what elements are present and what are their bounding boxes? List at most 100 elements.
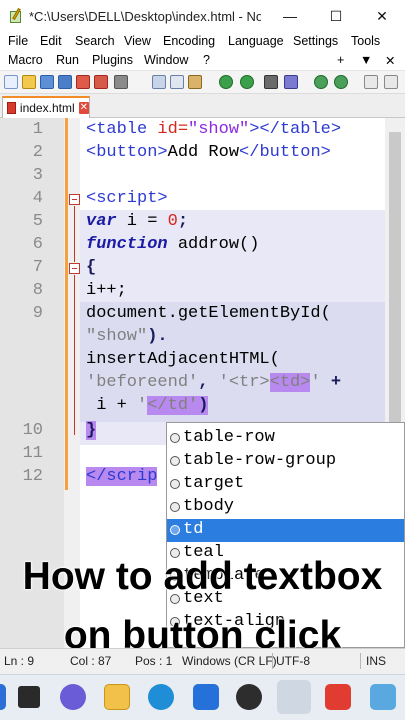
notepad-plus-plus-taskbar-icon[interactable] bbox=[277, 680, 311, 714]
token-identifier: addrow() bbox=[167, 235, 260, 254]
open-file-icon[interactable] bbox=[22, 75, 36, 89]
tab-label: index.html bbox=[19, 101, 75, 115]
edge-browser-icon[interactable] bbox=[148, 684, 174, 710]
menu-run[interactable]: Run bbox=[56, 53, 79, 67]
token-tag: </button> bbox=[239, 143, 331, 162]
zoom-in-icon[interactable] bbox=[314, 75, 328, 89]
close-button[interactable]: ✕ bbox=[359, 0, 405, 32]
status-eol: Windows (CR LF) bbox=[182, 654, 277, 668]
file-explorer-icon[interactable] bbox=[104, 684, 130, 710]
menu-plugins[interactable]: Plugins bbox=[92, 53, 133, 67]
token-number: 0 bbox=[167, 212, 178, 231]
paste-icon[interactable] bbox=[188, 75, 202, 89]
microsoft-store-icon[interactable] bbox=[193, 684, 219, 710]
fold-brace-icon[interactable] bbox=[69, 263, 80, 274]
token-tag: <script> bbox=[86, 189, 168, 208]
token-string-highlighted: </td bbox=[147, 396, 189, 415]
autocomplete-item-selected[interactable]: td bbox=[167, 519, 404, 542]
code-line-9d: 'beforeend', '<tr><td>' + bbox=[86, 373, 341, 392]
line-number: 9 bbox=[32, 304, 43, 323]
autocomplete-item[interactable]: table-row bbox=[167, 427, 404, 450]
copy-icon[interactable] bbox=[170, 75, 184, 89]
token-operator: , bbox=[198, 373, 219, 392]
tab-list-dropdown[interactable]: ▼ bbox=[360, 53, 372, 67]
toolbar bbox=[0, 70, 405, 94]
line-number: 11 bbox=[22, 444, 43, 463]
change-history-marker bbox=[65, 118, 68, 490]
code-line-1: <table id="show"></table> bbox=[86, 120, 341, 139]
menu-settings[interactable]: Settings bbox=[293, 34, 338, 48]
menu-encoding[interactable]: Encoding bbox=[163, 34, 215, 48]
code-line-12: </scrip bbox=[86, 467, 158, 486]
task-view-icon[interactable] bbox=[18, 686, 40, 708]
save-all-icon[interactable] bbox=[58, 75, 72, 89]
sync-scroll-icon[interactable] bbox=[364, 75, 378, 89]
fold-script-icon[interactable] bbox=[69, 194, 80, 205]
menu-search[interactable]: Search bbox=[75, 34, 115, 48]
menu-window[interactable]: Window bbox=[144, 53, 188, 67]
notepad-plus-plus-icon bbox=[9, 8, 23, 24]
token-string-highlighted: ' bbox=[188, 396, 199, 415]
menu-edit[interactable]: Edit bbox=[40, 34, 62, 48]
code-line-9c: insertAdjacentHTML( bbox=[86, 350, 280, 369]
token-attr-value: "show" bbox=[188, 120, 250, 139]
code-line-7: { bbox=[86, 258, 96, 277]
token-keyword: function bbox=[86, 235, 168, 254]
menu-help[interactable]: ? bbox=[203, 53, 210, 67]
maximize-button[interactable]: ☐ bbox=[313, 0, 359, 32]
token-tag: ></table> bbox=[249, 120, 342, 139]
token-operator: ; bbox=[177, 212, 189, 231]
menu-file[interactable]: File bbox=[8, 34, 28, 48]
word-wrap-icon[interactable] bbox=[384, 75, 398, 89]
obs-studio-icon[interactable] bbox=[236, 684, 262, 710]
print-icon[interactable] bbox=[114, 75, 128, 89]
close-all-icon[interactable] bbox=[94, 75, 108, 89]
close-icon[interactable] bbox=[76, 75, 90, 89]
cut-icon[interactable] bbox=[152, 75, 166, 89]
fold-guide bbox=[74, 275, 75, 435]
autocomplete-label: table-row bbox=[183, 428, 275, 447]
menu-view[interactable]: View bbox=[124, 34, 151, 48]
find-icon[interactable] bbox=[264, 75, 278, 89]
new-file-icon[interactable] bbox=[4, 75, 18, 89]
undo-icon[interactable] bbox=[219, 75, 233, 89]
autocomplete-item[interactable]: table-row-group bbox=[167, 450, 404, 473]
code-line-5: var i = 0; bbox=[86, 212, 188, 231]
menu-tools[interactable]: Tools bbox=[351, 34, 380, 48]
token-string: "show" bbox=[86, 327, 148, 346]
tab-close-icon[interactable]: ✕ bbox=[78, 102, 89, 114]
minimize-button[interactable]: — bbox=[267, 0, 313, 32]
teams-chat-icon[interactable] bbox=[60, 684, 86, 710]
code-line-4: <script> bbox=[86, 189, 168, 208]
tab-bar: index.html ✕ bbox=[0, 94, 405, 118]
menu-macro[interactable]: Macro bbox=[8, 53, 43, 67]
redo-icon[interactable] bbox=[240, 75, 254, 89]
status-position: Pos : 1 bbox=[135, 654, 173, 668]
menu-language[interactable]: Language bbox=[228, 34, 284, 48]
close-document-x[interactable]: ✕ bbox=[385, 53, 395, 68]
token-identifier: insertAdjacentHTML( bbox=[86, 350, 280, 369]
windows-taskbar bbox=[0, 674, 405, 720]
status-separator bbox=[272, 653, 273, 669]
line-number: 12 bbox=[22, 467, 43, 486]
token-string: '<tr> bbox=[218, 373, 270, 392]
status-insert-mode: INS bbox=[366, 654, 387, 668]
token-operator: ). bbox=[147, 327, 168, 346]
zoom-out-icon[interactable] bbox=[334, 75, 348, 89]
title-bar: *C:\Users\DELL\Desktop\index.html - Note… bbox=[0, 0, 405, 32]
tab-index-html[interactable]: index.html ✕ bbox=[2, 96, 90, 118]
save-icon[interactable] bbox=[40, 75, 54, 89]
token-tag-highlighted: </scrip bbox=[86, 467, 158, 486]
line-number: 10 bbox=[22, 421, 43, 440]
code-line-9e: i + '</td') bbox=[86, 396, 209, 415]
new-tab-plus[interactable]: + bbox=[337, 53, 344, 67]
windows-start-icon[interactable] bbox=[0, 684, 6, 710]
status-separator bbox=[360, 653, 361, 669]
replace-icon[interactable] bbox=[284, 75, 298, 89]
autocomplete-item[interactable]: target bbox=[167, 473, 404, 496]
notepad-taskbar-icon[interactable] bbox=[370, 684, 396, 710]
line-number: 3 bbox=[32, 166, 43, 185]
token-identifier: i + bbox=[86, 396, 138, 415]
autocomplete-item[interactable]: tbody bbox=[167, 496, 404, 519]
anydesk-icon[interactable] bbox=[325, 684, 351, 710]
